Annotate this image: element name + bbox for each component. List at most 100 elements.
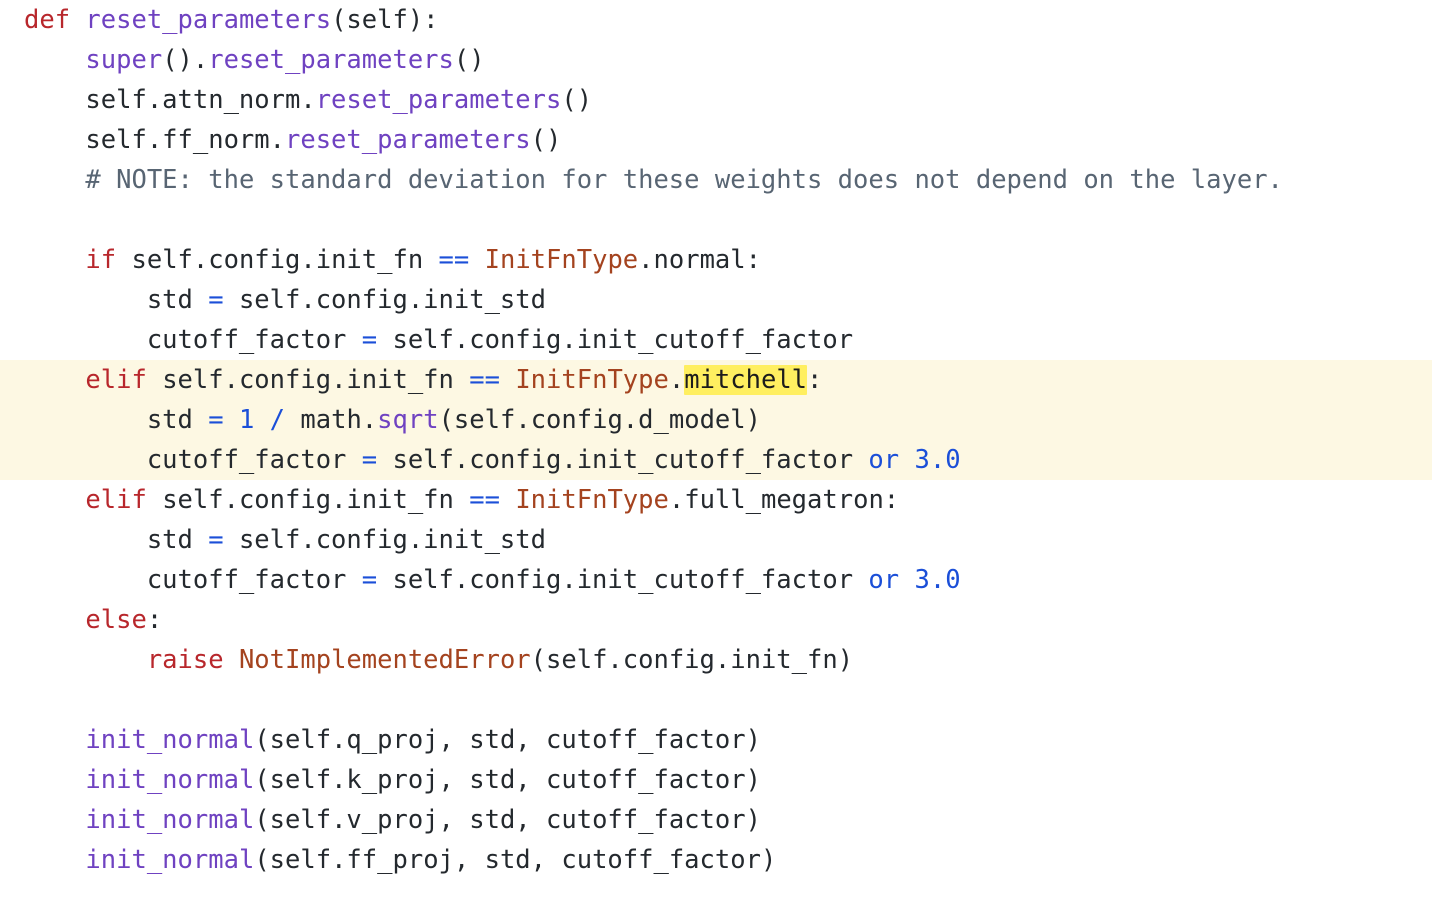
code-line[interactable]: else: <box>0 600 1432 640</box>
plain-token: .full_megatron: <box>668 485 900 515</box>
function-token: init_normal <box>85 805 255 835</box>
plain-token: () <box>530 125 562 155</box>
plain-token: (self.k_proj, std, cutoff_factor) <box>254 765 761 795</box>
code-line[interactable]: self.attn_norm.reset_parameters() <box>0 80 1432 120</box>
keyword-token: if <box>85 245 117 275</box>
code-block[interactable]: def reset_parameters(self): super().rese… <box>0 0 1432 880</box>
keyword-token: elif <box>85 365 147 395</box>
function-token: reset_parameters <box>285 125 531 155</box>
class-token: NotImplementedError <box>238 645 531 675</box>
code-line[interactable]: elif self.config.init_fn == InitFnType.m… <box>0 360 1432 400</box>
operator-token: == <box>469 485 500 515</box>
plain-token: (self.q_proj, std, cutoff_factor) <box>254 725 761 755</box>
plain-token: : <box>146 605 163 635</box>
code-line[interactable]: cutoff_factor = self.config.init_cutoff_… <box>0 440 1432 480</box>
code-line[interactable]: cutoff_factor = self.config.init_cutoff_… <box>0 560 1432 600</box>
keyword-token: def <box>24 5 86 35</box>
code-line[interactable]: init_normal(self.k_proj, std, cutoff_fac… <box>0 760 1432 800</box>
operator-token: == <box>438 245 470 275</box>
plain-token: self.config.init_fn <box>146 365 470 395</box>
operator-token: = <box>361 325 378 355</box>
code-line[interactable]: self.ff_norm.reset_parameters() <box>0 120 1432 160</box>
operator-token: == <box>469 365 500 395</box>
code-line[interactable]: def reset_parameters(self): <box>0 0 1432 40</box>
plain-token: (self.config.init_fn) <box>530 645 854 675</box>
function-token: reset_parameters <box>208 45 454 75</box>
keyword-token: raise <box>146 645 224 675</box>
operator-token: / <box>269 405 286 435</box>
number-token: 3.0 <box>914 565 961 595</box>
plain-token: self.config.init_cutoff_factor <box>377 565 869 595</box>
code-line[interactable]: std = 1 / math.sqrt(self.config.d_model) <box>0 400 1432 440</box>
search-match-token[interactable]: mitchell <box>684 365 808 395</box>
code-line[interactable] <box>0 680 1432 720</box>
plain-token: self.attn_norm. <box>24 85 316 115</box>
plain-token: .normal: <box>638 245 761 275</box>
plain-token: std <box>24 525 209 555</box>
keyword-token: elif <box>85 485 147 515</box>
plain-token: (self.ff_proj, std, cutoff_factor) <box>254 845 777 875</box>
code-line[interactable]: elif self.config.init_fn == InitFnType.f… <box>0 480 1432 520</box>
number-token: 3.0 <box>914 445 961 475</box>
code-line[interactable]: # NOTE: the standard deviation for these… <box>0 160 1432 200</box>
plain-token: std <box>24 405 209 435</box>
plain-token: () <box>561 85 593 115</box>
plain-token: cutoff_factor <box>24 565 362 595</box>
plain-token: self.config.init_std <box>223 285 546 315</box>
code-line[interactable]: std = self.config.init_std <box>0 280 1432 320</box>
class-token: InitFnType <box>484 245 639 275</box>
plain-token: self.config.init_cutoff_factor <box>377 445 869 475</box>
code-line[interactable]: init_normal(self.v_proj, std, cutoff_fac… <box>0 800 1432 840</box>
comment-token: # NOTE: the standard deviation for these… <box>85 165 1283 195</box>
operator-token: = <box>208 285 224 315</box>
function-token: init_normal <box>85 845 255 875</box>
plain-token: self.config.init_cutoff_factor <box>377 325 854 355</box>
code-line[interactable]: cutoff_factor = self.config.init_cutoff_… <box>0 320 1432 360</box>
code-line[interactable]: std = self.config.init_std <box>0 520 1432 560</box>
code-line[interactable]: super().reset_parameters() <box>0 40 1432 80</box>
plain-token: self.config.init_fn <box>116 245 439 275</box>
number-token: or <box>868 445 900 475</box>
function-token: sqrt <box>377 405 439 435</box>
code-line[interactable]: init_normal(self.q_proj, std, cutoff_fac… <box>0 720 1432 760</box>
function-token: super <box>85 45 163 75</box>
code-line[interactable]: if self.config.init_fn == InitFnType.nor… <box>0 240 1432 280</box>
operator-token: = <box>361 445 378 475</box>
code-line[interactable] <box>0 200 1432 240</box>
plain-token: self.config.init_std <box>223 525 546 555</box>
code-line[interactable]: raise NotImplementedError(self.config.in… <box>0 640 1432 680</box>
plain-token: (). <box>162 45 209 75</box>
plain-token: : <box>807 365 823 395</box>
function-token: init_normal <box>85 765 255 795</box>
plain-token: (self): <box>331 5 439 35</box>
operator-token: = <box>208 525 224 555</box>
plain-token: (self.config.d_model) <box>438 405 761 435</box>
plain-token: () <box>453 45 485 75</box>
plain-token: self.config.init_fn <box>146 485 470 515</box>
function-token: reset_parameters <box>315 85 562 115</box>
keyword-token: else <box>85 605 147 635</box>
plain-token: self.ff_norm. <box>24 125 285 155</box>
function-token: init_normal <box>85 725 255 755</box>
plain-token: cutoff_factor <box>24 325 362 355</box>
class-token: InitFnType <box>515 485 669 515</box>
plain-token: cutoff_factor <box>24 445 362 475</box>
code-line[interactable]: init_normal(self.ff_proj, std, cutoff_fa… <box>0 840 1432 880</box>
